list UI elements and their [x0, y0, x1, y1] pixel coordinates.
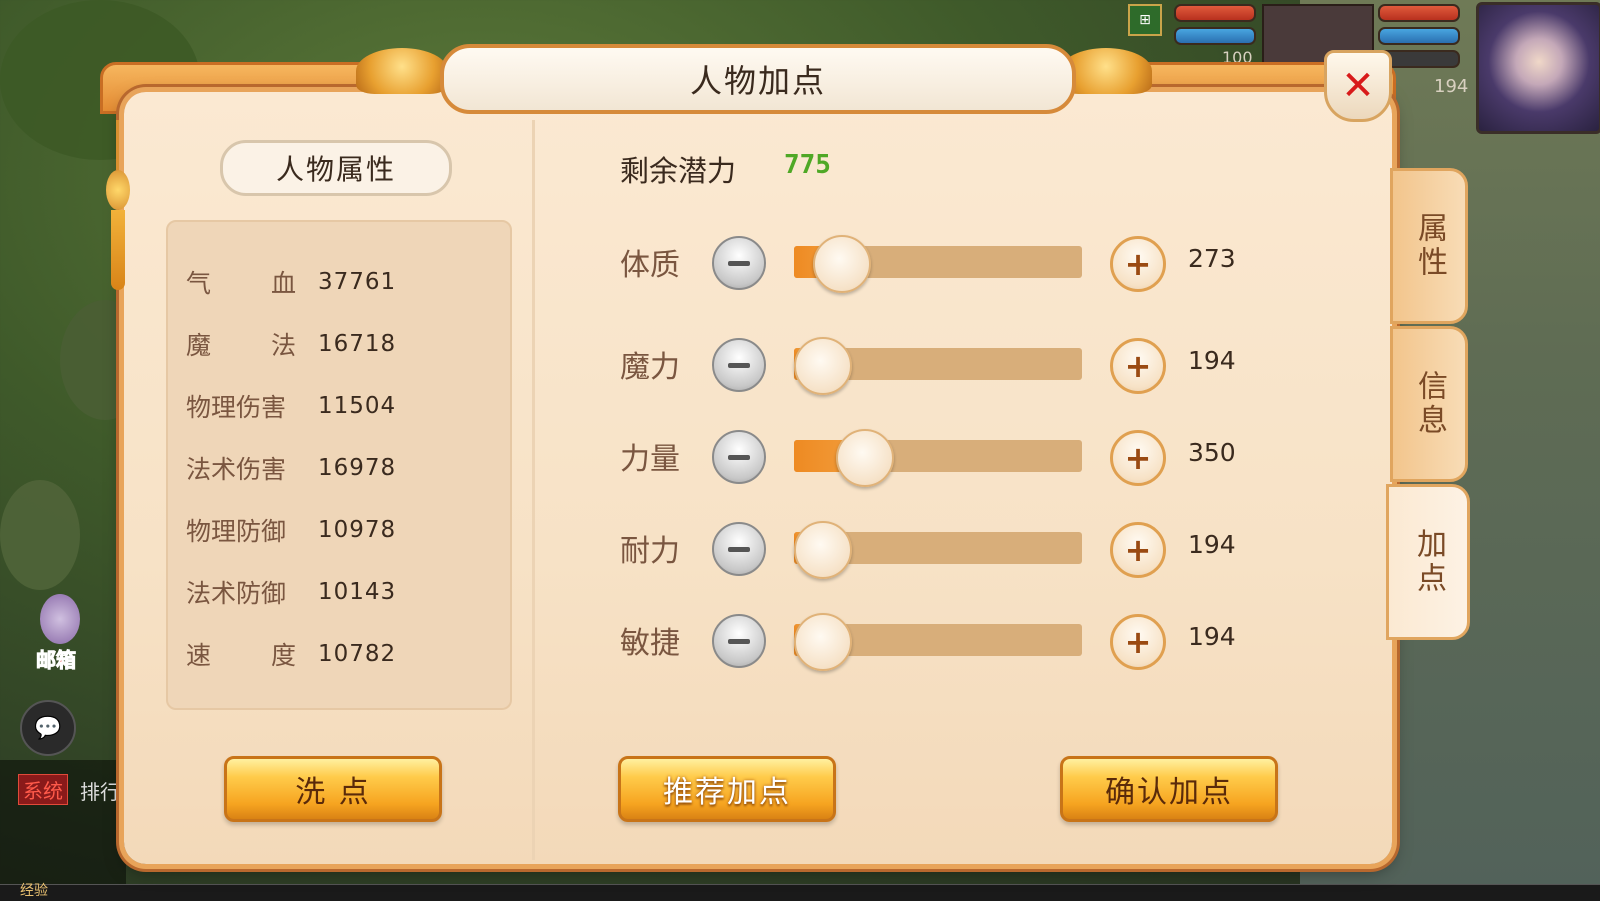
chat-message: 排行	[80, 780, 120, 804]
player-level: 194	[1434, 76, 1469, 97]
panel-divider	[532, 120, 535, 860]
tab-label: 加点	[1411, 528, 1446, 596]
remaining-potential-label: 剩余潜力	[620, 154, 737, 188]
tab-attributes[interactable]: 属性	[1390, 168, 1468, 324]
plus-icon: +	[1124, 623, 1152, 661]
increase-button[interactable]: +	[1110, 236, 1166, 292]
tab-add-points[interactable]: 加点	[1386, 484, 1470, 640]
stat-value: 273	[1188, 244, 1236, 273]
attribute-row-magic-defense: 法术防御 10143	[186, 572, 396, 612]
remaining-potential-value: 775	[784, 150, 831, 180]
confirm-points-button[interactable]: 确认加点	[1060, 756, 1278, 822]
plus-icon: +	[1124, 245, 1152, 283]
increase-button[interactable]: +	[1110, 522, 1166, 578]
dialog-title-plate: 人物加点	[440, 44, 1076, 114]
stat-row: 体质 +273	[0, 232, 1300, 293]
stat-value: 350	[1188, 438, 1236, 467]
stat-name: 魔力	[620, 350, 680, 385]
pet-hp-bar	[1174, 4, 1256, 22]
stat-name: 耐力	[620, 534, 680, 569]
stat-slider[interactable]	[794, 521, 1082, 579]
slider-handle[interactable]	[794, 521, 852, 579]
experience-bar	[0, 884, 1600, 901]
stat-row: 敏捷 +194	[0, 610, 1300, 671]
stat-slider[interactable]	[794, 429, 1082, 487]
attribute-value: 10143	[318, 579, 397, 605]
tab-label: 属性	[1412, 212, 1447, 280]
increase-button[interactable]: +	[1110, 614, 1166, 670]
minus-icon	[728, 638, 750, 644]
player-mp-bar	[1378, 27, 1460, 45]
decrease-button[interactable]	[712, 430, 766, 484]
minus-icon	[728, 362, 750, 368]
decrease-button[interactable]	[712, 338, 766, 392]
stat-name: 力量	[620, 442, 680, 477]
stat-row: 魔力 +194	[0, 334, 1300, 395]
tab-label: 信息	[1412, 370, 1447, 438]
plus-icon: +	[1124, 439, 1152, 477]
decrease-button[interactable]	[712, 522, 766, 576]
decrease-button[interactable]	[712, 614, 766, 668]
player-hp-bar	[1378, 4, 1460, 22]
minus-icon	[728, 260, 750, 266]
stat-value: 194	[1188, 346, 1236, 375]
plus-icon: +	[1124, 347, 1152, 385]
reset-points-button[interactable]: 洗 点	[224, 756, 442, 822]
title-ornament-left	[356, 48, 448, 94]
slider-handle[interactable]	[836, 429, 894, 487]
stat-name: 体质	[620, 248, 680, 283]
stat-value: 194	[1188, 622, 1236, 651]
dialog-title: 人物加点	[689, 62, 826, 100]
close-button[interactable]: ✕	[1324, 50, 1392, 122]
stat-slider[interactable]	[794, 613, 1082, 671]
tab-info[interactable]: 信息	[1390, 326, 1468, 482]
slider-handle[interactable]	[813, 235, 871, 293]
chat-bubble-icon[interactable]: 💬	[20, 700, 76, 756]
increase-button[interactable]: +	[1110, 430, 1166, 486]
stat-slider[interactable]	[794, 337, 1082, 395]
slider-handle[interactable]	[794, 337, 852, 395]
slider-handle[interactable]	[794, 613, 852, 671]
stat-value: 194	[1188, 530, 1236, 559]
decrease-button[interactable]	[712, 236, 766, 290]
minus-icon	[728, 454, 750, 460]
stat-row: 耐力 +194	[0, 518, 1300, 579]
minus-icon	[728, 546, 750, 552]
map-icon[interactable]: ⊞	[1128, 4, 1162, 36]
experience-label: 经验	[20, 883, 48, 899]
pet-mp-bar	[1174, 27, 1256, 45]
plus-icon: +	[1124, 531, 1152, 569]
stat-slider[interactable]	[794, 235, 1082, 293]
stat-name: 敏捷	[620, 626, 680, 661]
attribute-value: 11504	[318, 393, 397, 419]
stat-row: 力量 +350	[0, 426, 1300, 487]
pet-status-bars	[1174, 4, 1256, 50]
attributes-section-title: 人物属性	[220, 140, 452, 196]
chat-system-tag: 系统	[18, 774, 68, 805]
close-icon: ✕	[1341, 63, 1375, 109]
player-avatar[interactable]	[1476, 2, 1600, 134]
attribute-name: 法术防御	[186, 579, 287, 608]
increase-button[interactable]: +	[1110, 338, 1166, 394]
recommend-points-button[interactable]: 推荐加点	[618, 756, 836, 822]
